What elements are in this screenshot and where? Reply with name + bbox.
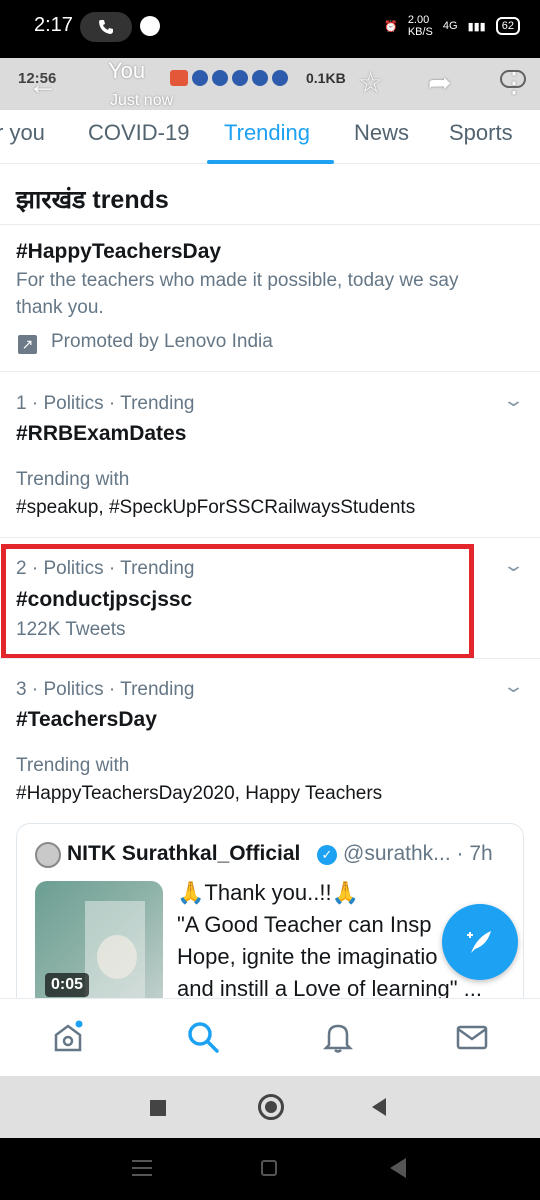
app-screen: 12:56 0.1KB ← You Just now ☆ ➦ ⋮ r you C… xyxy=(0,58,540,1076)
network-label: 4G xyxy=(442,20,458,32)
notification-icons xyxy=(170,70,288,86)
video-thumbnail[interactable]: 0:05 xyxy=(35,881,163,1011)
ghost-data: 0.1KB xyxy=(306,70,346,86)
back-arrow-icon[interactable]: ← xyxy=(28,68,58,102)
status-bar: 2:17 ⏰ 2.00 KB/S 4G ▮▮▮ 62 xyxy=(0,0,540,58)
tab-covid-19[interactable]: COVID-19 xyxy=(88,120,189,146)
promoted-by: Promoted by Lenovo India xyxy=(51,331,273,352)
header-title: You xyxy=(108,58,146,83)
promoted-description-1: For the teachers who made it possible, t… xyxy=(16,270,459,291)
promoted-hashtag[interactable]: #HappyTeachersDay xyxy=(16,240,221,264)
tweet-author-name[interactable]: NITK Surathkal_Official xyxy=(67,842,300,866)
speed-indicator: 2.00 KB/S xyxy=(407,14,433,38)
active-tab-indicator xyxy=(207,160,334,164)
tweet-text-line-1: 🙏Thank you..!!🙏 xyxy=(177,880,359,905)
compose-tweet-button[interactable] xyxy=(442,904,518,980)
chevron-down-icon[interactable]: ⌄ xyxy=(502,555,525,576)
chevron-down-icon[interactable]: ⌄ xyxy=(502,676,525,697)
verified-badge-icon: ✓ xyxy=(317,845,337,865)
divider xyxy=(0,658,540,659)
tweet-time: · 7h xyxy=(456,842,493,865)
trend-3-with-label: Trending with xyxy=(16,755,130,776)
tab-sports[interactable]: Sports xyxy=(449,120,513,146)
divider xyxy=(0,224,540,225)
trend-1-with[interactable]: #speakup, #SpeckUpForSSCRailwaysStudents xyxy=(16,497,415,519)
device-back-icon[interactable] xyxy=(390,1158,406,1178)
phone-icon xyxy=(99,20,113,34)
notification-overlay: 12:56 0.1KB xyxy=(0,58,540,110)
device-home-icon[interactable] xyxy=(261,1160,277,1176)
system-navigation-bar xyxy=(0,1076,540,1138)
trend-3-hashtag[interactable]: #TeachersDay xyxy=(16,708,157,732)
more-options-icon[interactable]: ⋮ xyxy=(500,66,528,99)
tweet-text-line-3: Hope, ignite the imaginatio xyxy=(177,944,438,969)
call-pill[interactable] xyxy=(80,12,132,42)
home-icon[interactable] xyxy=(50,1019,86,1055)
header-subtitle: Just now xyxy=(110,92,174,109)
recents-button[interactable] xyxy=(150,1100,166,1116)
messages-mail-icon[interactable] xyxy=(454,1019,490,1055)
account-logo-icon xyxy=(35,842,61,868)
whatsapp-icon xyxy=(140,16,160,36)
promoted-description-2: thank you. xyxy=(16,297,104,318)
section-title: झारखंड trends xyxy=(16,186,169,214)
compose-feather-icon xyxy=(467,931,491,953)
divider xyxy=(0,371,540,372)
trend-1-hashtag[interactable]: #RRBExamDates xyxy=(16,422,186,446)
trend-1-meta: 1 · Politics · Trending xyxy=(16,393,195,414)
trend-3-meta: 3 · Politics · Trending xyxy=(16,679,195,700)
share-icon[interactable]: ➦ xyxy=(428,66,451,99)
tab-news[interactable]: News xyxy=(354,120,409,146)
bottom-navigation xyxy=(0,998,540,1076)
highlight-box xyxy=(1,544,474,659)
back-button[interactable] xyxy=(372,1098,386,1116)
menu-icon[interactable] xyxy=(132,1160,152,1181)
home-button[interactable] xyxy=(258,1094,284,1120)
promoted-icon: ↗ xyxy=(18,335,37,354)
tab-trending[interactable]: Trending xyxy=(224,120,310,146)
status-time: 2:17 xyxy=(34,14,73,36)
explore-tabs: r you COVID-19 Trending News Sports xyxy=(0,110,540,164)
chevron-down-icon[interactable]: ⌄ xyxy=(502,390,525,411)
alarm-icon: ⏰ xyxy=(384,20,398,33)
star-icon[interactable]: ☆ xyxy=(358,66,383,99)
tweet-handle: @surathk... · 7h xyxy=(343,842,493,865)
tweet-text-line-2: "A Good Teacher can Insp xyxy=(177,912,432,937)
tab-for-you[interactable]: r you xyxy=(0,120,45,146)
trend-3-with[interactable]: #HappyTeachersDay2020, Happy Teachers xyxy=(16,783,382,805)
search-icon[interactable] xyxy=(185,1019,221,1055)
battery-indicator: 62 xyxy=(495,17,520,35)
trend-1-with-label: Trending with xyxy=(16,469,130,490)
signal-icon: ▮▮▮ xyxy=(467,20,486,33)
notifications-bell-icon[interactable] xyxy=(320,1019,356,1055)
divider xyxy=(0,537,540,538)
video-duration: 0:05 xyxy=(45,973,90,997)
device-navigation-bar xyxy=(0,1138,540,1200)
